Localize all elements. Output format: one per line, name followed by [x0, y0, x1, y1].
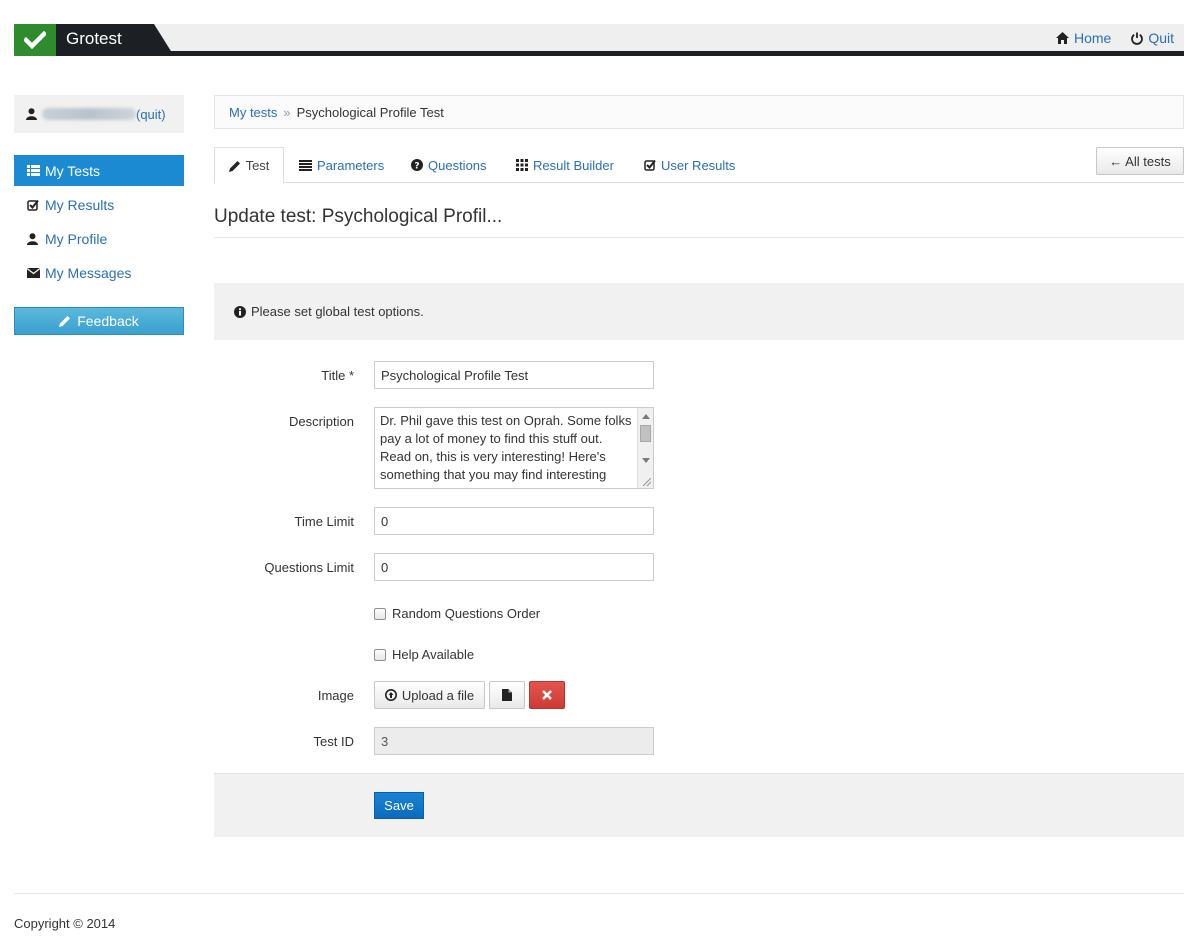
breadcrumb-my-tests-link[interactable]: My tests: [229, 105, 277, 120]
info-message: Please set global test options.: [251, 304, 424, 319]
test-id-input: [374, 727, 654, 755]
feedback-button-label: Feedback: [77, 313, 139, 329]
description-textarea[interactable]: Dr. Phil gave this test on Oprah. Some f…: [374, 407, 654, 489]
tab-questions[interactable]: ? Questions: [411, 147, 487, 183]
help-available-label: Help Available: [392, 647, 475, 662]
scroll-up-arrow-icon[interactable]: [642, 414, 650, 419]
scroll-thumb[interactable]: [640, 425, 651, 442]
title-label: Title *: [321, 368, 354, 383]
pencil-icon: [228, 160, 241, 172]
sidebar-item-my-tests[interactable]: My Tests: [14, 155, 184, 186]
sidebar-item-my-results[interactable]: My Results: [14, 189, 184, 220]
feedback-button[interactable]: Feedback: [14, 307, 184, 335]
info-circle-icon: [234, 305, 246, 318]
description-label: Description: [288, 414, 354, 429]
top-navbar: Grotest Home Quit: [14, 24, 1184, 56]
list-lines-icon: [299, 159, 312, 171]
tab-result-builder[interactable]: Result Builder: [516, 147, 614, 183]
questions-limit-row: Questions Limit: [214, 553, 1184, 581]
breadcrumb: My tests » Psychological Profile Test: [214, 95, 1184, 129]
tab-label: Parameters: [317, 157, 385, 173]
image-label: Image: [317, 688, 354, 703]
tab-user-results[interactable]: User Results: [644, 147, 735, 183]
time-limit-label: Time Limit: [294, 514, 354, 529]
tab-bar: Test Parameters ? Questions Result Build…: [214, 147, 1184, 184]
help-available-checkbox[interactable]: [374, 648, 386, 661]
tab-label: User Results: [661, 157, 736, 173]
user-icon: [27, 232, 40, 245]
brand-name: Grotest: [66, 29, 122, 48]
question-circle-icon: ?: [411, 159, 423, 171]
tab-label: Result Builder: [533, 157, 614, 173]
time-limit-row: Time Limit: [214, 507, 1184, 535]
sidebar-item-my-profile[interactable]: My Profile: [14, 223, 184, 254]
description-scrollbar[interactable]: [637, 408, 653, 488]
upload-file-label: Upload a file: [401, 687, 475, 703]
sidebar-item-label: My Messages: [45, 264, 132, 281]
power-icon: [1131, 32, 1144, 45]
top-nav-links: Home Quit: [1055, 24, 1174, 52]
svg-text:?: ?: [414, 162, 419, 172]
random-order-option[interactable]: Random Questions Order: [374, 606, 540, 621]
description-text: Dr. Phil gave this test on Oprah. Some f…: [380, 413, 632, 482]
view-file-button[interactable]: [489, 681, 525, 709]
home-link-label: Home: [1073, 30, 1112, 46]
quit-link-label: Quit: [1148, 30, 1174, 46]
questions-limit-input[interactable]: [374, 553, 654, 581]
grid-icon: [516, 159, 528, 171]
page-title: Update test: Psychological Profil...: [214, 206, 1184, 238]
time-limit-input[interactable]: [374, 507, 654, 535]
random-order-checkbox[interactable]: [374, 607, 386, 620]
scroll-down-arrow-icon[interactable]: [642, 458, 650, 463]
page-footer: Copyright © 2014: [14, 893, 1184, 931]
all-tests-button[interactable]: ← All tests: [1096, 147, 1184, 175]
tab-label: Questions: [428, 157, 487, 173]
close-icon: [542, 690, 552, 700]
title-input[interactable]: [374, 361, 654, 389]
tab-parameters[interactable]: Parameters: [299, 147, 384, 183]
tab-label: Test: [245, 158, 270, 173]
help-available-option[interactable]: Help Available: [374, 647, 474, 662]
file-icon: [502, 689, 512, 701]
user-box: (quit): [14, 95, 184, 133]
image-row: Image Upload a file: [214, 681, 1184, 709]
sidebar-item-label: My Tests: [45, 162, 100, 179]
sidebar-item-label: My Profile: [45, 230, 108, 247]
title-row: Title *: [214, 361, 1184, 389]
upload-circle-icon: [384, 689, 397, 701]
checkmark-logo-icon: [14, 24, 56, 56]
home-link[interactable]: Home: [1055, 30, 1112, 46]
brand[interactable]: Grotest: [14, 24, 174, 56]
copyright-text: Copyright © 2014: [14, 916, 116, 931]
info-message-box: Please set global test options.: [214, 283, 1184, 340]
form-actions-bar: Save: [214, 773, 1184, 837]
user-quit-link[interactable]: (quit): [136, 107, 166, 122]
sidebar-item-label: My Results: [45, 196, 115, 213]
quit-link[interactable]: Quit: [1131, 30, 1174, 46]
user-name-blurred: [42, 108, 136, 120]
questions-limit-label: Questions Limit: [264, 560, 354, 575]
home-icon: [1055, 32, 1069, 44]
check-square-icon: [27, 199, 40, 211]
breadcrumb-separator: »: [283, 104, 291, 120]
user-icon: [26, 108, 37, 120]
sidebar-nav: My Tests My Results My Profile My Messag…: [14, 155, 184, 291]
pencil-icon: [59, 315, 71, 327]
save-button[interactable]: Save: [374, 792, 424, 819]
resize-grip-icon[interactable]: [643, 478, 651, 486]
breadcrumb-current: Psychological Profile Test: [296, 104, 444, 120]
test-id-label: Test ID: [313, 734, 354, 749]
upload-file-button[interactable]: Upload a file: [374, 681, 485, 709]
sidebar-item-my-messages[interactable]: My Messages: [14, 257, 184, 288]
tab-test[interactable]: Test: [214, 147, 284, 184]
check-square-icon: [644, 159, 656, 171]
random-order-label: Random Questions Order: [392, 606, 541, 621]
description-row: Description Dr. Phil gave this test on O…: [214, 407, 1184, 489]
test-id-row: Test ID: [214, 727, 1184, 755]
list-icon: [27, 165, 40, 176]
envelope-icon: [27, 267, 40, 278]
remove-file-button[interactable]: [529, 681, 565, 709]
